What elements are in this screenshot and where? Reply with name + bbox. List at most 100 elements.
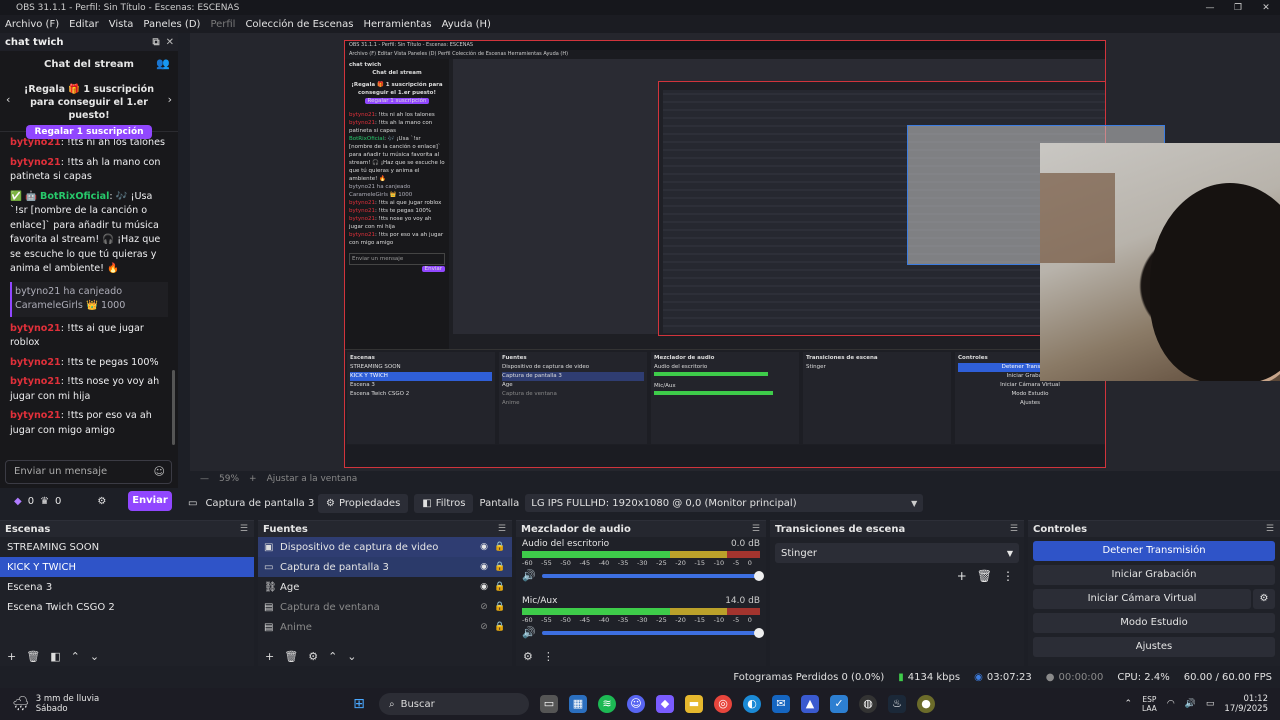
obs-icon[interactable]: ◍ (859, 695, 877, 713)
chat-username[interactable]: bytyno21 (10, 410, 61, 421)
close-button[interactable]: ✕ (1252, 3, 1280, 13)
settings-icon[interactable]: ⚙ (97, 496, 106, 507)
source-item[interactable]: ▤ Anime ⊘ 🔒 (258, 617, 512, 637)
filters-button[interactable]: ◧ Filtros (414, 493, 474, 513)
volume-slider[interactable] (541, 570, 764, 581)
settings-button[interactable]: Ajustes (1033, 637, 1275, 657)
weather-widget[interactable]: 🌧 3 mm de lluvia Sábado (0, 694, 180, 714)
start-recording-button[interactable]: Iniciar Grabación (1033, 565, 1275, 585)
fit-window-button[interactable]: Ajustar a la ventana (267, 474, 358, 484)
chat-username[interactable]: bytyno21 (10, 376, 61, 387)
add-scene-button[interactable]: + (7, 650, 16, 663)
chevron-up-icon[interactable]: ⌃ (1124, 699, 1132, 709)
move-up-button[interactable]: ⌃ (71, 650, 80, 663)
chat-username[interactable]: bytyno21 (10, 357, 61, 368)
scene-item[interactable]: Escena 3 (0, 577, 254, 597)
zoom-out-button[interactable]: — (200, 474, 209, 484)
lock-icon[interactable]: 🔒 (492, 562, 508, 572)
menu-ayuda[interactable]: Ayuda (H) (437, 19, 496, 30)
virtual-camera-button[interactable]: Iniciar Cámara Virtual (1033, 589, 1251, 609)
menu-editar[interactable]: Editar (64, 19, 104, 30)
store-icon[interactable]: ▦ (569, 695, 587, 713)
stop-stream-button[interactable]: Detener Transmisión (1033, 541, 1275, 561)
add-transition-button[interactable]: + (957, 569, 967, 583)
chrome-icon[interactable]: ◎ (714, 695, 732, 713)
outlook-icon[interactable]: ✉ (772, 695, 790, 713)
lock-icon[interactable]: 🔒 (492, 602, 508, 612)
steam-icon[interactable]: ♨ (888, 695, 906, 713)
close-dock-icon[interactable]: ✕ (166, 37, 174, 48)
menu-herramientas[interactable]: Herramientas (358, 19, 436, 30)
move-down-button[interactable]: ⌄ (90, 650, 99, 663)
chevron-right-icon[interactable]: › (168, 93, 172, 106)
menu-archivo[interactable]: Archivo (F) (0, 19, 64, 30)
scene-item-selected[interactable]: KICK Y TWICH (0, 557, 254, 577)
dock-menu-icon[interactable]: ☰ (498, 524, 512, 534)
zoom-in-button[interactable]: + (249, 474, 257, 484)
spotify-icon[interactable]: ≋ (598, 695, 616, 713)
scene-item[interactable]: STREAMING SOON (0, 537, 254, 557)
chevron-left-icon[interactable]: ‹ (6, 93, 10, 106)
scene-item[interactable]: Escena Twich CSGO 2 (0, 597, 254, 617)
eye-icon[interactable]: ◉ (476, 562, 492, 572)
lock-icon[interactable]: 🔒 (492, 542, 508, 552)
menu-paneles[interactable]: Paneles (D) (138, 19, 205, 30)
source-item[interactable]: ▣ Dispositivo de captura de video ◉ 🔒 (258, 537, 512, 557)
gift-sub-button[interactable]: Regalar 1 suscripción (26, 125, 152, 139)
menu-vista[interactable]: Vista (104, 19, 139, 30)
app-icon[interactable]: ▲ (801, 695, 819, 713)
remove-transition-button[interactable]: 🗑 (977, 569, 992, 583)
lock-icon[interactable]: 🔒 (492, 622, 508, 632)
more-icon[interactable]: ⋮ (1002, 569, 1014, 583)
chat-username[interactable]: bytyno21 (10, 157, 61, 168)
eye-icon[interactable]: ◉ (476, 582, 492, 592)
chat-username[interactable]: bytyno21 (10, 323, 61, 334)
source-settings-button[interactable]: ⚙ (308, 650, 318, 663)
properties-button[interactable]: ⚙ Propiedades (318, 493, 409, 513)
scene-filters-button[interactable]: ◧ (50, 650, 60, 663)
remove-source-button[interactable]: 🗑 (284, 650, 298, 663)
dock-menu-icon[interactable]: ☰ (752, 524, 766, 534)
volume-slider[interactable] (541, 627, 764, 638)
language-indicator[interactable]: ESP LAA (1142, 695, 1157, 713)
source-item[interactable]: ▭ Captura de pantalla 3 ◉ 🔒 (258, 557, 512, 577)
app-icon[interactable]: ✓ (830, 695, 848, 713)
task-view-icon[interactable]: ▭ (540, 695, 558, 713)
undock-icon[interactable]: ⧉ (152, 37, 159, 48)
speaker-icon[interactable]: 🔊 (522, 626, 536, 639)
move-down-button[interactable]: ⌄ (347, 650, 356, 663)
send-button[interactable]: Enviar (128, 491, 172, 511)
battery-icon[interactable]: ▭ (1206, 699, 1215, 709)
discord-icon[interactable]: ☺ (627, 695, 645, 713)
chat-scrollbar[interactable] (172, 370, 175, 445)
app-icon[interactable]: ◆ (656, 695, 674, 713)
add-source-button[interactable]: + (265, 650, 274, 663)
menu-coleccion[interactable]: Colección de Escenas (240, 19, 358, 30)
remove-scene-button[interactable]: 🗑 (26, 650, 40, 663)
volume-icon[interactable]: 🔊 (1185, 699, 1196, 709)
dock-menu-icon[interactable]: ☰ (1010, 524, 1024, 534)
chat-username[interactable]: BotRixOficial (40, 191, 109, 202)
minimize-button[interactable]: — (1196, 3, 1224, 13)
lock-icon[interactable]: 🔒 (492, 582, 508, 592)
mixer-settings-icon[interactable]: ⚙ (523, 650, 533, 663)
users-icon[interactable]: 👥 (156, 57, 170, 70)
gear-icon[interactable]: ⚙ (1253, 589, 1275, 609)
display-select[interactable]: LG IPS FULLHD: 1920x1080 @ 0,0 (Monitor … (525, 494, 924, 512)
clock[interactable]: 01:12 17/9/2025 (1224, 694, 1268, 714)
wifi-icon[interactable]: ◠ (1167, 699, 1175, 709)
speaker-icon[interactable]: 🔊 (522, 569, 536, 582)
emoji-icon[interactable]: ☺ (154, 465, 165, 478)
maximize-button[interactable]: ❐ (1224, 3, 1252, 13)
dock-menu-icon[interactable]: ☰ (1266, 524, 1280, 534)
app-icon[interactable]: ● (917, 695, 935, 713)
transition-select[interactable]: Stinger ▼ (775, 543, 1019, 563)
move-up-button[interactable]: ⌃ (328, 650, 337, 663)
webcam-source[interactable] (1040, 143, 1280, 381)
source-item[interactable]: ⛓ Age ◉ 🔒 (258, 577, 512, 597)
menu-perfil[interactable]: Perfil (205, 19, 240, 30)
eye-icon[interactable]: ◉ (476, 542, 492, 552)
studio-mode-button[interactable]: Modo Estudio (1033, 613, 1275, 633)
eye-hidden-icon[interactable]: ⊘ (476, 602, 492, 612)
eye-hidden-icon[interactable]: ⊘ (476, 622, 492, 632)
